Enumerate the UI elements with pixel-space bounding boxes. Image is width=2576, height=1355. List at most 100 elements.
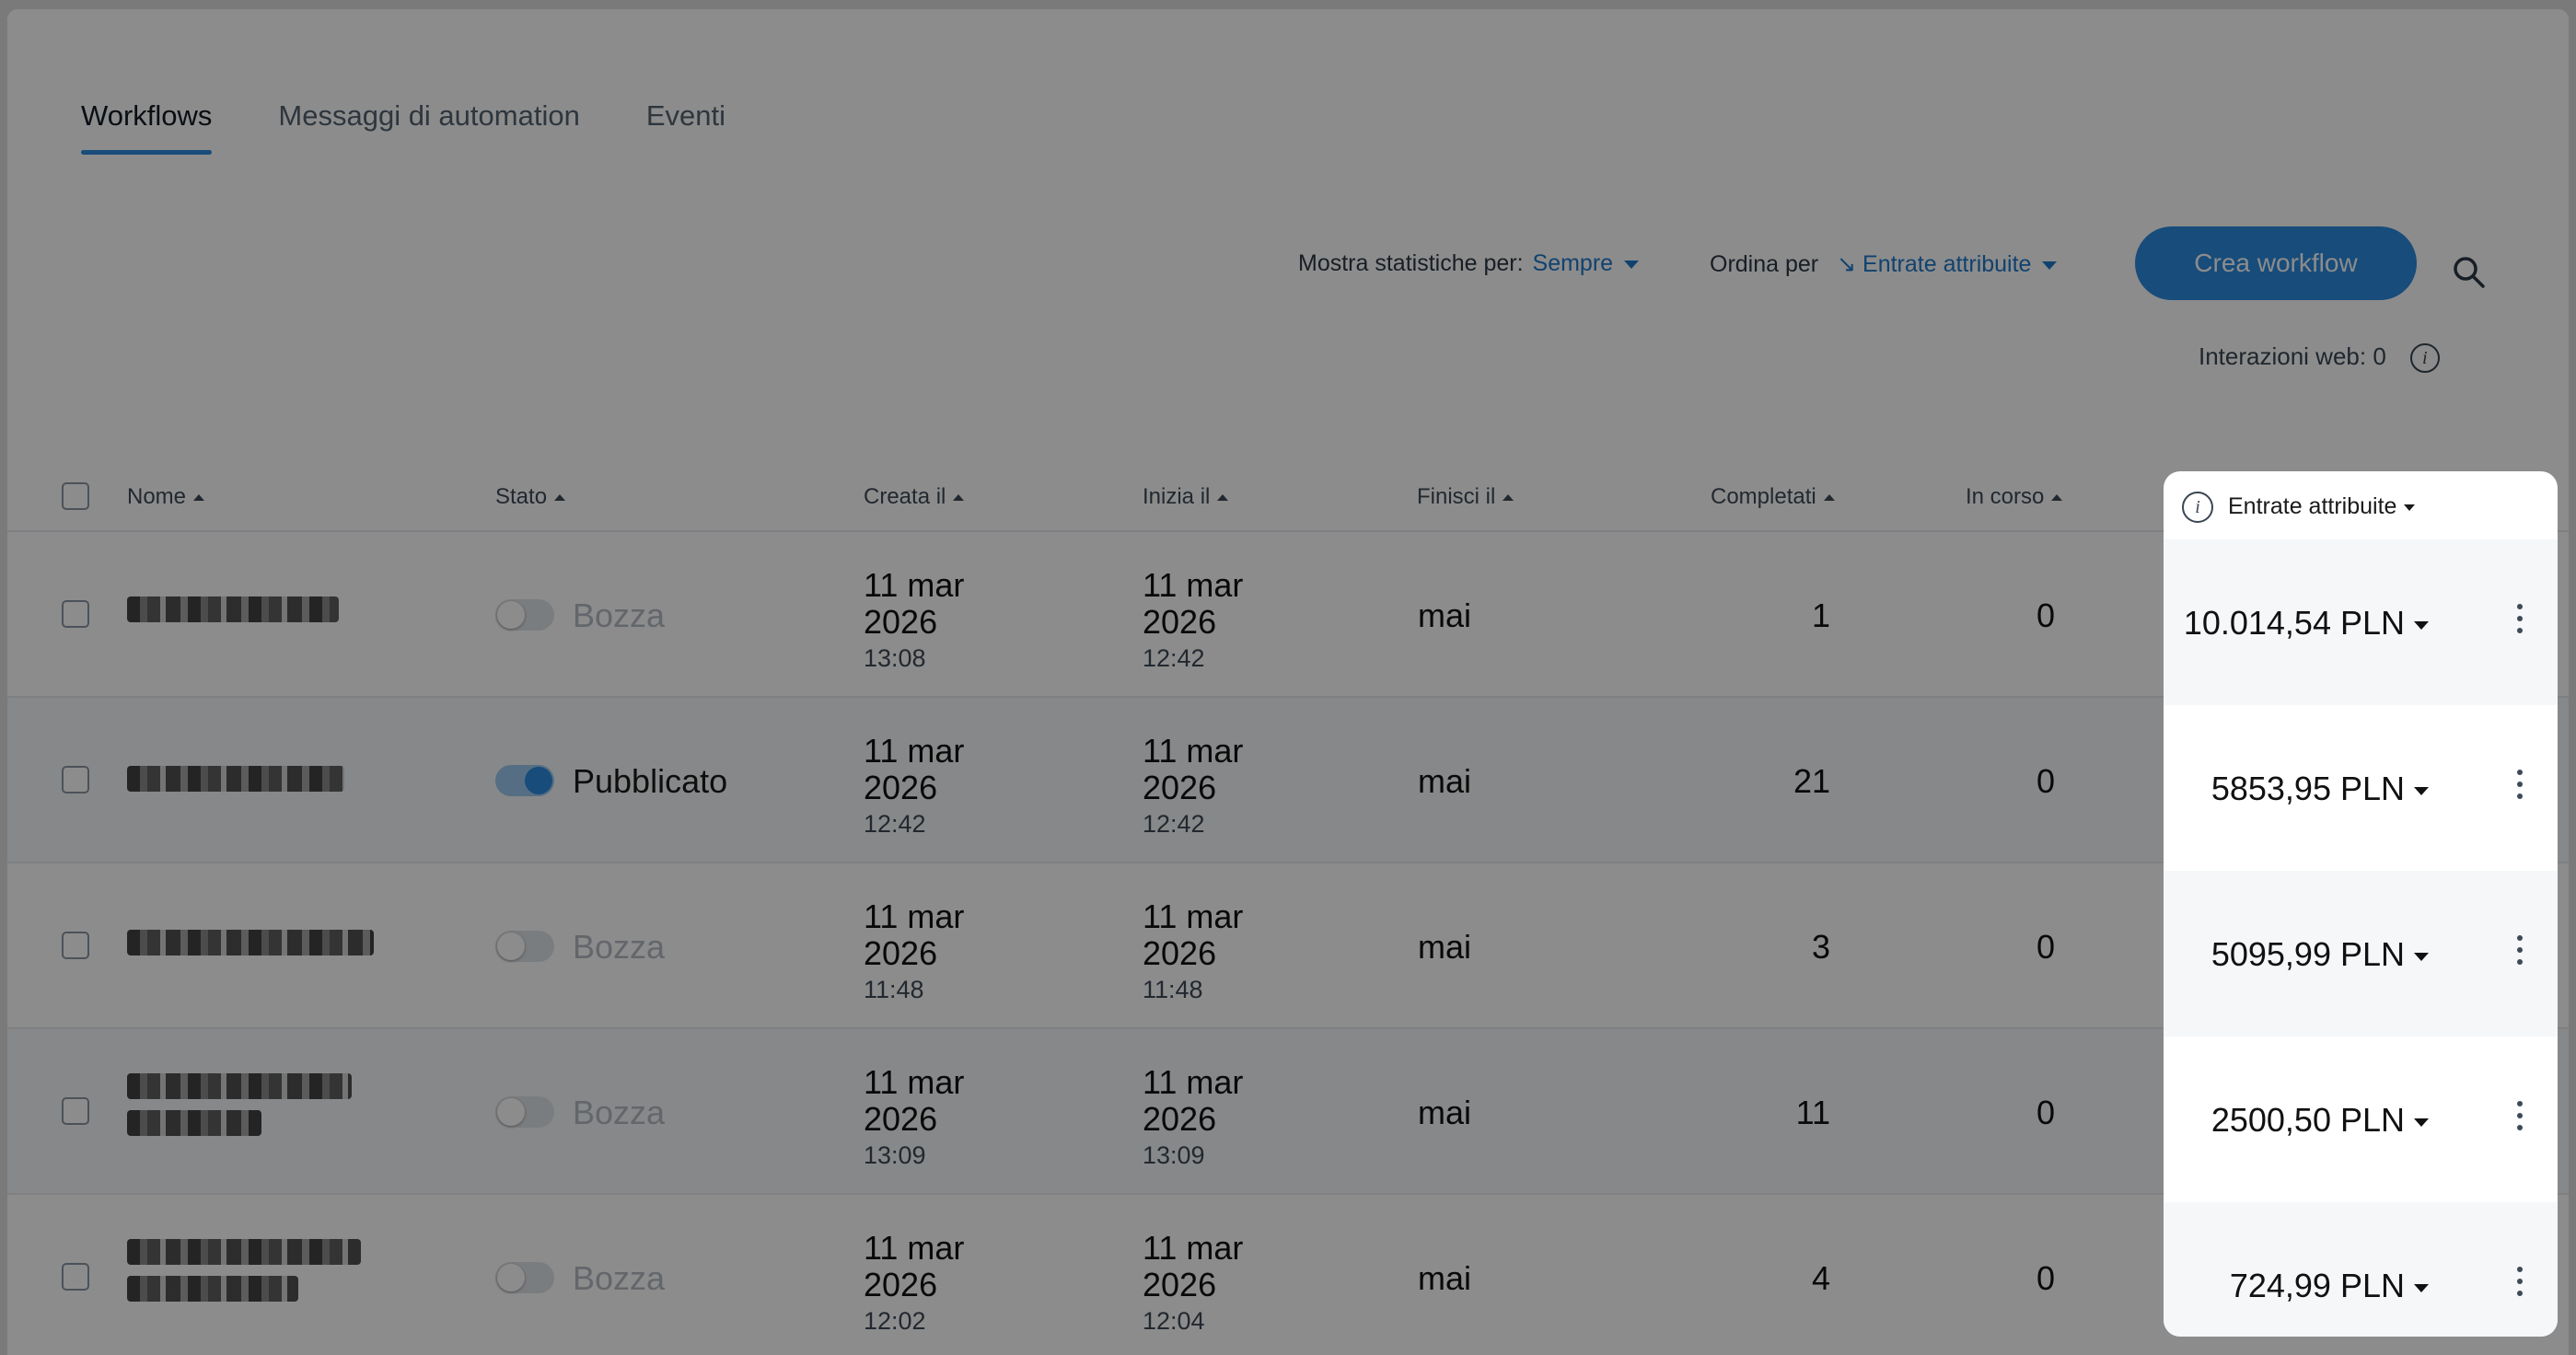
start-date: 11 mar 2026	[1143, 566, 1244, 641]
completed-count: 21	[1793, 762, 1830, 800]
revenue-value[interactable]: 5095,99 PLN	[2211, 935, 2429, 974]
created-date-cell: 11 mar 2026 11:48	[864, 898, 1002, 1004]
created-time: 12:02	[864, 1307, 926, 1335]
redaction-bar	[127, 930, 374, 955]
created-date: 11 mar 2026	[864, 898, 965, 972]
create-workflow-button[interactable]: Crea workflow	[2135, 226, 2417, 300]
publish-toggle[interactable]	[495, 765, 554, 796]
revenue-amount: 5853,95 PLN	[2210, 770, 2405, 807]
web-interactions-label: Interazioni web: 0	[2199, 342, 2386, 370]
tab-automation-messages[interactable]: Messaggi di automation	[278, 99, 579, 155]
status-label: Bozza	[573, 596, 666, 634]
column-header-label: Completati	[1711, 484, 1816, 509]
created-date-cell: 11 mar 2026 12:02	[864, 1230, 1002, 1336]
redaction-bar	[127, 1276, 298, 1302]
row-checkbox[interactable]	[62, 932, 89, 959]
status-label: Pubblicato	[573, 762, 728, 800]
revenue-value[interactable]: 10.014,54 PLN	[2184, 604, 2429, 643]
caret-down-icon	[1624, 260, 1640, 269]
column-header-name[interactable]: Nome	[127, 484, 205, 510]
column-header-in-progress[interactable]: In corso	[1966, 484, 2063, 510]
redaction-bar	[127, 766, 344, 792]
kebab-menu-icon[interactable]	[2515, 1267, 2524, 1303]
created-date: 11 mar 2026	[864, 1063, 965, 1138]
column-header-completed[interactable]: Completati	[1711, 484, 1835, 510]
column-header-label: Inizia il	[1143, 484, 1211, 509]
start-date-cell: 11 mar 2026 12:42	[1143, 567, 1281, 673]
revenue-amount: 10.014,54 PLN	[2183, 604, 2405, 642]
created-date-cell: 11 mar 2026 13:09	[864, 1064, 1002, 1170]
revenue-amount: 724,99 PLN	[2229, 1267, 2405, 1304]
row-checkbox[interactable]	[62, 600, 89, 628]
end-date: mai	[1418, 1259, 1472, 1297]
end-date: mai	[1418, 762, 1472, 800]
start-date: 11 mar 2026	[1143, 732, 1244, 806]
in-progress-count: 0	[2036, 1259, 2055, 1297]
select-all-checkbox[interactable]	[62, 482, 89, 510]
revenue-cell: 724,99 PLN	[2164, 1202, 2558, 1337]
publish-toggle[interactable]	[495, 1262, 554, 1293]
revenue-value[interactable]: 724,99 PLN	[2230, 1267, 2429, 1305]
revenue-value[interactable]: 2500,50 PLN	[2211, 1101, 2429, 1140]
column-header-created[interactable]: Creata il	[864, 484, 965, 510]
column-header-label: In corso	[1966, 484, 2045, 509]
row-checkbox[interactable]	[62, 1097, 89, 1125]
column-header-label: Entrate attribuite	[2228, 493, 2397, 519]
kebab-menu-icon[interactable]	[2515, 604, 2524, 641]
web-interactions: Interazioni web: 0 i	[2199, 342, 2440, 374]
kebab-menu-icon[interactable]	[2515, 1101, 2524, 1138]
revenue-amount: 5095,99 PLN	[2210, 935, 2405, 973]
publish-toggle[interactable]	[495, 1096, 554, 1128]
stats-period-label: Mostra statistiche per:	[1298, 250, 1524, 276]
kebab-menu-icon[interactable]	[2515, 770, 2524, 806]
workflow-name-redacted[interactable]	[127, 1073, 357, 1147]
created-time: 12:42	[864, 810, 926, 838]
revenue-sort-select[interactable]: Entrate attribuite	[2228, 493, 2416, 520]
publish-toggle[interactable]	[495, 599, 554, 631]
tab-workflows[interactable]: Workflows	[81, 99, 213, 155]
end-date: mai	[1418, 596, 1472, 634]
revenue-cell: 10.014,54 PLN	[2164, 539, 2558, 705]
kebab-menu-icon[interactable]	[2515, 935, 2524, 972]
caret-down-icon	[2404, 504, 2416, 511]
workflow-name-redacted[interactable]	[127, 930, 374, 967]
revenue-cell: 2500,50 PLN	[2164, 1037, 2558, 1202]
end-date: mai	[1418, 1094, 1472, 1131]
column-header-status[interactable]: Stato	[495, 484, 566, 510]
stats-period-select[interactable]: Mostra statistiche per: Sempre	[1298, 250, 1640, 277]
info-icon[interactable]: i	[2182, 492, 2213, 523]
created-time: 11:48	[864, 976, 924, 1003]
column-header-label: Creata il	[864, 484, 946, 509]
column-header-starts[interactable]: Inizia il	[1143, 484, 1229, 510]
in-progress-count: 0	[2036, 928, 2055, 966]
column-header-ends[interactable]: Finisci il	[1417, 484, 1514, 510]
row-checkbox[interactable]	[62, 766, 89, 793]
status-label: Bozza	[573, 928, 666, 966]
revenue-value[interactable]: 5853,95 PLN	[2211, 770, 2429, 808]
workflow-name-redacted[interactable]	[127, 596, 357, 633]
created-time: 13:08	[864, 644, 926, 672]
caret-down-icon	[2414, 952, 2429, 961]
in-progress-count: 0	[2036, 596, 2055, 634]
tab-events[interactable]: Eventi	[646, 99, 725, 155]
redaction-bar	[127, 1239, 361, 1265]
start-time: 11:48	[1143, 976, 1203, 1003]
start-time: 12:04	[1143, 1307, 1205, 1335]
publish-toggle[interactable]	[495, 931, 554, 962]
workflow-name-redacted[interactable]	[127, 766, 357, 803]
in-progress-count: 0	[2036, 762, 2055, 800]
completed-count: 3	[1811, 928, 1830, 966]
column-header-label: Stato	[495, 484, 548, 509]
sort-up-icon	[193, 494, 205, 502]
search-icon[interactable]	[2451, 254, 2488, 291]
status-label: Bozza	[573, 1094, 666, 1131]
sort-by-select[interactable]: Ordina per ↘ Entrate attribuite	[1710, 250, 2058, 278]
workflows-page: Workflows Messaggi di automation Eventi …	[7, 9, 2569, 1355]
tab-bar: Workflows Messaggi di automation Eventi	[81, 99, 725, 155]
row-checkbox[interactable]	[62, 1263, 89, 1291]
created-date-cell: 11 mar 2026 13:08	[864, 567, 1002, 673]
info-icon[interactable]: i	[2409, 343, 2440, 374]
start-date-cell: 11 mar 2026 12:42	[1143, 733, 1281, 839]
workflow-name-redacted[interactable]	[127, 1239, 361, 1313]
column-header-label: Nome	[127, 484, 187, 509]
